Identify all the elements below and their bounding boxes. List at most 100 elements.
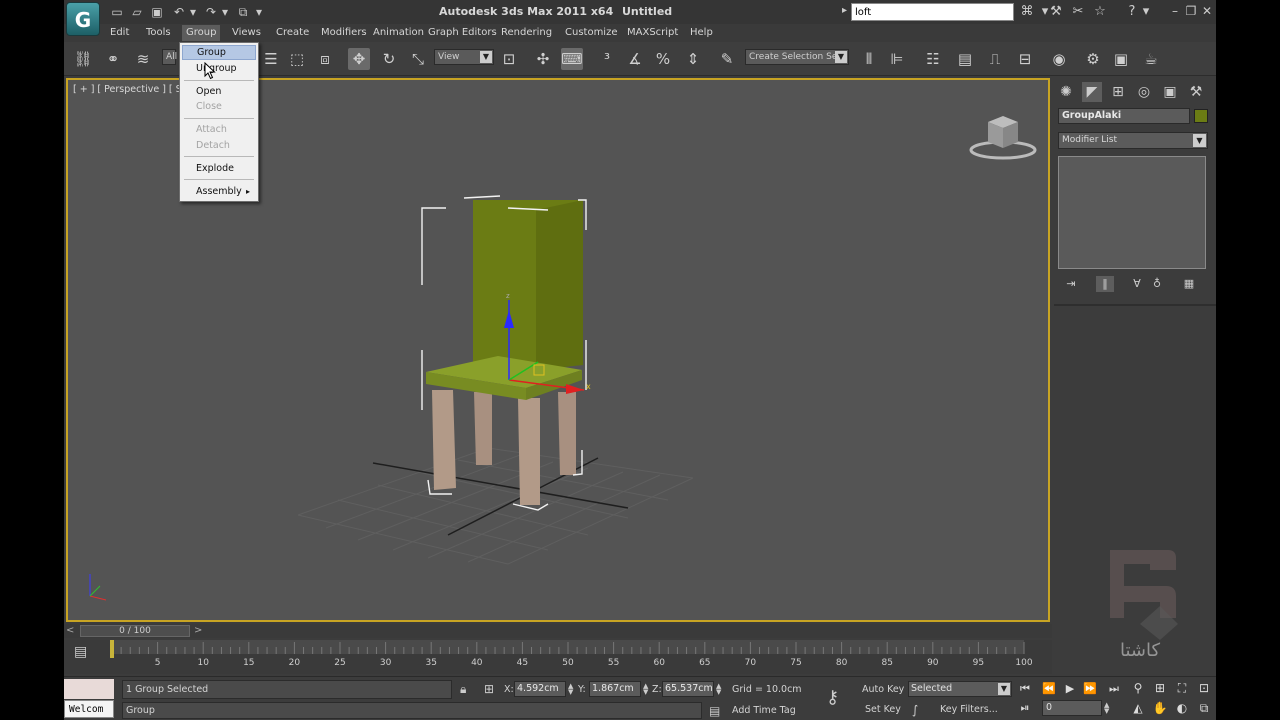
- minimize-icon[interactable]: –: [1168, 4, 1182, 18]
- rectangular-selection-icon[interactable]: ⬚: [286, 48, 308, 70]
- menu-views[interactable]: Views: [232, 27, 261, 38]
- menu-group[interactable]: Group: [182, 25, 221, 41]
- select-and-link-icon[interactable]: ⛓: [72, 48, 94, 70]
- undo-dropdown-icon[interactable]: ▾: [186, 5, 200, 19]
- make-unique-icon[interactable]: ∀: [1128, 276, 1146, 292]
- group-menu-open[interactable]: Open: [182, 84, 256, 99]
- schematic-view-icon[interactable]: ⊟: [1014, 48, 1036, 70]
- layer-manager-icon[interactable]: ☷: [922, 48, 944, 70]
- undo-icon[interactable]: ↶: [172, 5, 186, 19]
- time-slider[interactable]: < 0 / 100 >: [64, 624, 1052, 638]
- pin-stack-icon[interactable]: ⇥: [1062, 276, 1080, 292]
- close-icon[interactable]: ✕: [1200, 4, 1214, 18]
- display-tab-icon[interactable]: ▣: [1160, 82, 1180, 102]
- mini-curve-editor-icon[interactable]: ▤: [74, 644, 87, 660]
- menu-animation[interactable]: Animation: [373, 27, 424, 38]
- go-to-start-icon[interactable]: ⏮: [1016, 682, 1034, 696]
- motion-tab-icon[interactable]: ◎: [1134, 82, 1154, 102]
- group-menu-explode[interactable]: Explode: [182, 161, 256, 176]
- menu-maxscript[interactable]: MAXScript: [627, 27, 678, 38]
- y-spinner-icon[interactable]: ▲ ▼: [643, 683, 648, 696]
- maxscript-listener-mini[interactable]: [64, 679, 114, 699]
- menu-tools[interactable]: Tools: [146, 27, 171, 38]
- play-icon[interactable]: ▶: [1061, 682, 1079, 696]
- menu-graph-editors[interactable]: Graph Editors: [428, 27, 497, 38]
- project-folder-icon[interactable]: ⧉: [236, 5, 250, 19]
- z-coordinate-field[interactable]: 65.537cm: [662, 681, 714, 697]
- maximize-viewport-icon[interactable]: ⧉: [1196, 700, 1212, 716]
- snaps-toggle-icon[interactable]: ³: [596, 48, 618, 70]
- new-file-icon[interactable]: ▭: [110, 5, 124, 19]
- modify-tab-icon[interactable]: ◤: [1082, 82, 1102, 102]
- next-frame-icon[interactable]: ⏩: [1081, 682, 1099, 696]
- help-dropdown-icon[interactable]: ▾: [1138, 4, 1154, 20]
- mirror-icon[interactable]: ⫴: [858, 48, 880, 70]
- set-keys-icon[interactable]: ⚷: [826, 687, 839, 708]
- time-slider-prev[interactable]: <: [66, 625, 74, 636]
- redo-dropdown-icon[interactable]: ▾: [218, 5, 232, 19]
- angle-snap-icon[interactable]: ∡: [624, 48, 646, 70]
- object-name-field[interactable]: GroupAlaki: [1058, 108, 1190, 124]
- binoculars-icon[interactable]: ⌘: [1019, 4, 1035, 20]
- select-and-scale-icon[interactable]: ⤡: [407, 48, 429, 70]
- group-menu-group[interactable]: Group: [182, 45, 256, 60]
- named-selection-dropdown[interactable]: Create Selection Se ▼: [745, 49, 849, 65]
- keyboard-shortcut-override-icon[interactable]: ⌨: [561, 48, 583, 70]
- absolute-mode-icon[interactable]: ⊞: [484, 682, 494, 696]
- window-crossing-icon[interactable]: ⧈: [314, 48, 336, 70]
- favorites-icon[interactable]: ☆: [1092, 4, 1108, 20]
- select-and-rotate-icon[interactable]: ↻: [378, 48, 400, 70]
- viewcube[interactable]: [968, 110, 1038, 160]
- create-tab-icon[interactable]: ✺: [1056, 82, 1076, 102]
- subscription-icon[interactable]: ⚒: [1048, 4, 1064, 20]
- restore-icon[interactable]: ❐: [1184, 4, 1198, 18]
- edit-named-selection-icon[interactable]: ✎: [716, 48, 738, 70]
- remove-modifier-icon[interactable]: ♁: [1148, 276, 1166, 292]
- curve-editor-icon[interactable]: ⎍: [984, 48, 1006, 70]
- reference-coordinate-dropdown[interactable]: View ▼: [434, 49, 494, 65]
- align-icon[interactable]: ⊫: [886, 48, 908, 70]
- group-menu-attach[interactable]: Attach: [182, 122, 256, 137]
- material-editor-icon[interactable]: ◉: [1048, 48, 1070, 70]
- communication-icon[interactable]: ✂: [1070, 4, 1086, 20]
- auto-key-button[interactable]: Auto Key: [862, 684, 904, 695]
- save-icon[interactable]: ▣: [150, 5, 164, 19]
- orbit-icon[interactable]: ◐: [1174, 700, 1190, 716]
- add-time-tag[interactable]: Add Time Tag: [732, 705, 796, 716]
- default-in-out-tangents-icon[interactable]: ∫: [912, 703, 918, 717]
- spinner-snap-icon[interactable]: ⇕: [682, 48, 704, 70]
- select-and-move-icon[interactable]: ✥: [348, 48, 370, 70]
- menu-edit[interactable]: Edit: [110, 27, 129, 38]
- group-menu-assembly[interactable]: Assembly ▸: [182, 184, 256, 199]
- utilities-tab-icon[interactable]: ⚒: [1186, 82, 1206, 102]
- group-menu-close[interactable]: Close: [182, 99, 256, 114]
- render-setup-icon[interactable]: ⚙: [1082, 48, 1104, 70]
- rendered-frame-window-icon[interactable]: ▣: [1110, 48, 1132, 70]
- object-color-swatch[interactable]: [1194, 109, 1208, 123]
- menu-rendering[interactable]: Rendering: [501, 27, 552, 38]
- z-spinner-icon[interactable]: ▲ ▼: [716, 683, 721, 696]
- select-and-manipulate-icon[interactable]: ✣: [532, 48, 554, 70]
- hierarchy-tab-icon[interactable]: ⊞: [1108, 82, 1128, 102]
- search-input[interactable]: [851, 3, 1014, 21]
- current-frame-field[interactable]: 0: [1042, 700, 1102, 716]
- selection-lock-icon[interactable]: 🔒︎: [460, 682, 466, 696]
- unlink-selection-icon[interactable]: ⚭: [102, 48, 124, 70]
- key-mode-dropdown[interactable]: Selected ▼: [908, 681, 1012, 697]
- zoom-extents-all-icon[interactable]: ⊡: [1196, 680, 1212, 696]
- modifier-stack-list[interactable]: [1058, 156, 1206, 269]
- x-spinner-icon[interactable]: ▲ ▼: [568, 683, 573, 696]
- x-coordinate-field[interactable]: 4.592cm: [514, 681, 566, 697]
- graphite-ribbon-icon[interactable]: ▤: [954, 48, 976, 70]
- search-expand-icon[interactable]: ▸: [842, 5, 847, 16]
- modifier-list-dropdown[interactable]: Modifier List ▼: [1058, 132, 1208, 149]
- selection-filter-dropdown[interactable]: All: [162, 49, 177, 65]
- show-end-result-icon[interactable]: ‖: [1096, 276, 1114, 292]
- field-of-view-icon[interactable]: ◭: [1130, 700, 1146, 716]
- select-by-name-icon[interactable]: ☰: [260, 48, 282, 70]
- previous-frame-icon[interactable]: ⏪: [1040, 682, 1058, 696]
- pan-icon[interactable]: ✋: [1152, 700, 1168, 716]
- time-tag-icon[interactable]: ▤: [709, 704, 720, 718]
- zoom-icon[interactable]: ⚲: [1130, 680, 1146, 696]
- configure-modifier-sets-icon[interactable]: ▦: [1180, 276, 1198, 292]
